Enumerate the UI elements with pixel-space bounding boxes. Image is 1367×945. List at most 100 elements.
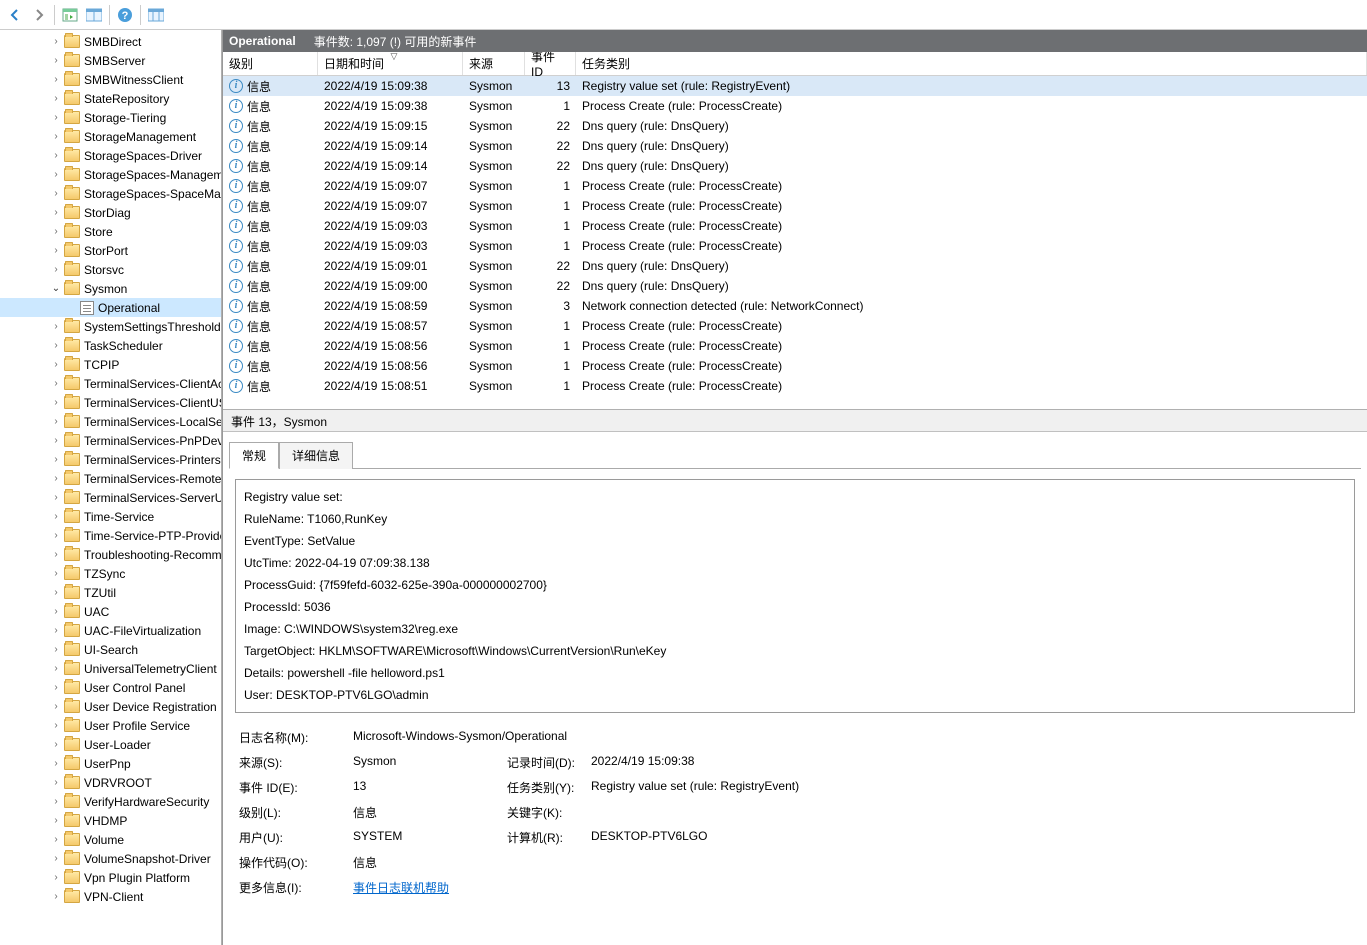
chevron-right-icon[interactable]: ›: [50, 55, 62, 67]
table-row[interactable]: i信息2022/4/19 15:09:14Sysmon22Dns query (…: [223, 156, 1367, 176]
chevron-right-icon[interactable]: ›: [50, 549, 62, 561]
chevron-right-icon[interactable]: ›: [50, 454, 62, 466]
tree-item[interactable]: ›TaskScheduler: [0, 336, 221, 355]
tree-item[interactable]: ›User Control Panel: [0, 678, 221, 697]
tree-item[interactable]: ›TerminalServices-PnPDevices: [0, 431, 221, 450]
tree-item[interactable]: ›Time-Service-PTP-Provider: [0, 526, 221, 545]
chevron-right-icon[interactable]: ›: [50, 530, 62, 542]
tree-item[interactable]: ›TerminalServices-Printers: [0, 450, 221, 469]
table-row[interactable]: i信息2022/4/19 15:09:38Sysmon1Process Crea…: [223, 96, 1367, 116]
chevron-right-icon[interactable]: ›: [50, 625, 62, 637]
col-date[interactable]: 日期和时间 ▽: [318, 52, 463, 75]
chevron-right-icon[interactable]: ›: [50, 93, 62, 105]
forward-button[interactable]: [28, 4, 50, 26]
event-detail-text[interactable]: Registry value set: RuleName: T1060,RunK…: [235, 479, 1355, 713]
col-level[interactable]: 级别: [223, 52, 318, 75]
tree-item[interactable]: ›StorDiag: [0, 203, 221, 222]
tree-item[interactable]: ›Store: [0, 222, 221, 241]
navigation-tree[interactable]: ›SMBDirect›SMBServer›SMBWitnessClient›St…: [0, 30, 222, 945]
chevron-right-icon[interactable]: ›: [50, 264, 62, 276]
chevron-right-icon[interactable]: ›: [50, 226, 62, 238]
chevron-right-icon[interactable]: ›: [50, 777, 62, 789]
chevron-right-icon[interactable]: ›: [50, 815, 62, 827]
tree-item[interactable]: ›TerminalServices-ClientUSBDevices: [0, 393, 221, 412]
tree-item[interactable]: ›TerminalServices-ClientActiveXCore: [0, 374, 221, 393]
tree-item[interactable]: ›TCPIP: [0, 355, 221, 374]
tree-item[interactable]: ›Troubleshooting-Recommended: [0, 545, 221, 564]
chevron-right-icon[interactable]: ›: [50, 587, 62, 599]
tree-item[interactable]: ›UAC: [0, 602, 221, 621]
chevron-right-icon[interactable]: ›: [50, 131, 62, 143]
tree-item[interactable]: ›TZUtil: [0, 583, 221, 602]
col-event-id[interactable]: 事件 ID: [525, 52, 576, 75]
chevron-right-icon[interactable]: ›: [50, 207, 62, 219]
tree-item[interactable]: ›Time-Service: [0, 507, 221, 526]
chevron-right-icon[interactable]: ›: [50, 834, 62, 846]
tree-item[interactable]: ›TerminalServices-ServerUSBDevices: [0, 488, 221, 507]
tree-item[interactable]: ›Vpn Plugin Platform: [0, 868, 221, 887]
chevron-right-icon[interactable]: ›: [50, 758, 62, 770]
chevron-right-icon[interactable]: ›: [50, 644, 62, 656]
chevron-right-icon[interactable]: ›: [50, 682, 62, 694]
back-button[interactable]: [4, 4, 26, 26]
chevron-right-icon[interactable]: ›: [50, 492, 62, 504]
chevron-right-icon[interactable]: ›: [50, 321, 62, 333]
tree-item[interactable]: ›SMBDirect: [0, 32, 221, 51]
chevron-right-icon[interactable]: ›: [50, 606, 62, 618]
tree-item[interactable]: ›TZSync: [0, 564, 221, 583]
chevron-right-icon[interactable]: ›: [50, 150, 62, 162]
tree-item[interactable]: ›Storsvc: [0, 260, 221, 279]
table-row[interactable]: i信息2022/4/19 15:09:00Sysmon22Dns query (…: [223, 276, 1367, 296]
tree-item[interactable]: ›Storage-Tiering: [0, 108, 221, 127]
tree-item[interactable]: ›StateRepository: [0, 89, 221, 108]
table-row[interactable]: i信息2022/4/19 15:09:14Sysmon22Dns query (…: [223, 136, 1367, 156]
table-row[interactable]: i信息2022/4/19 15:08:59Sysmon3Network conn…: [223, 296, 1367, 316]
tree-item[interactable]: ›SMBWitnessClient: [0, 70, 221, 89]
chevron-right-icon[interactable]: ›: [50, 473, 62, 485]
tree-item[interactable]: ›StorageSpaces-ManagementAgent: [0, 165, 221, 184]
chevron-right-icon[interactable]: ›: [50, 188, 62, 200]
table-row[interactable]: i信息2022/4/19 15:09:03Sysmon1Process Crea…: [223, 216, 1367, 236]
chevron-right-icon[interactable]: ›: [50, 701, 62, 713]
tree-item[interactable]: ›User Device Registration: [0, 697, 221, 716]
table-row[interactable]: i信息2022/4/19 15:09:38Sysmon13Registry va…: [223, 76, 1367, 96]
table-row[interactable]: i信息2022/4/19 15:08:56Sysmon1Process Crea…: [223, 356, 1367, 376]
chevron-right-icon[interactable]: ›: [50, 891, 62, 903]
chevron-right-icon[interactable]: ›: [50, 245, 62, 257]
grid-header[interactable]: 级别 日期和时间 ▽ 来源 事件 ID 任务类别: [223, 52, 1367, 76]
table-row[interactable]: i信息2022/4/19 15:09:01Sysmon22Dns query (…: [223, 256, 1367, 276]
chevron-right-icon[interactable]: ›: [50, 112, 62, 124]
chevron-right-icon[interactable]: ›: [50, 568, 62, 580]
tree-item[interactable]: ›VPN-Client: [0, 887, 221, 906]
col-category[interactable]: 任务类别: [576, 52, 1367, 75]
view-button[interactable]: [145, 4, 167, 26]
tree-item[interactable]: ›StorageSpaces-SpaceManager: [0, 184, 221, 203]
chevron-right-icon[interactable]: ›: [50, 511, 62, 523]
tree-item[interactable]: ›SMBServer: [0, 51, 221, 70]
tree-item[interactable]: ›SystemSettingsThreshold: [0, 317, 221, 336]
tree-item[interactable]: ›VDRVROOT: [0, 773, 221, 792]
table-row[interactable]: i信息2022/4/19 15:09:03Sysmon1Process Crea…: [223, 236, 1367, 256]
col-source[interactable]: 来源: [463, 52, 525, 75]
chevron-right-icon[interactable]: ›: [50, 435, 62, 447]
tree-item[interactable]: ›TerminalServices-LocalSessionManager: [0, 412, 221, 431]
tree-item[interactable]: Operational: [0, 298, 221, 317]
properties-button[interactable]: [83, 4, 105, 26]
tree-item[interactable]: ›UniversalTelemetryClient: [0, 659, 221, 678]
tree-item[interactable]: ›VolumeSnapshot-Driver: [0, 849, 221, 868]
moreinfo-link[interactable]: 事件日志联机帮助: [353, 881, 449, 895]
chevron-right-icon[interactable]: ›: [50, 36, 62, 48]
help-button[interactable]: ?: [114, 4, 136, 26]
chevron-right-icon[interactable]: ›: [50, 872, 62, 884]
table-row[interactable]: i信息2022/4/19 15:08:51Sysmon1Process Crea…: [223, 376, 1367, 396]
chevron-right-icon[interactable]: ›: [50, 359, 62, 371]
tree-item[interactable]: ›TerminalServices-RemoteConnectionManage…: [0, 469, 221, 488]
tree-item[interactable]: ›UI-Search: [0, 640, 221, 659]
tree-item[interactable]: ›StorPort: [0, 241, 221, 260]
chevron-down-icon[interactable]: ⌄: [50, 283, 62, 295]
tree-item[interactable]: ›StorageManagement: [0, 127, 221, 146]
chevron-right-icon[interactable]: ›: [50, 169, 62, 181]
table-row[interactable]: i信息2022/4/19 15:08:56Sysmon1Process Crea…: [223, 336, 1367, 356]
tree-item[interactable]: ›UAC-FileVirtualization: [0, 621, 221, 640]
show-tree-button[interactable]: [59, 4, 81, 26]
